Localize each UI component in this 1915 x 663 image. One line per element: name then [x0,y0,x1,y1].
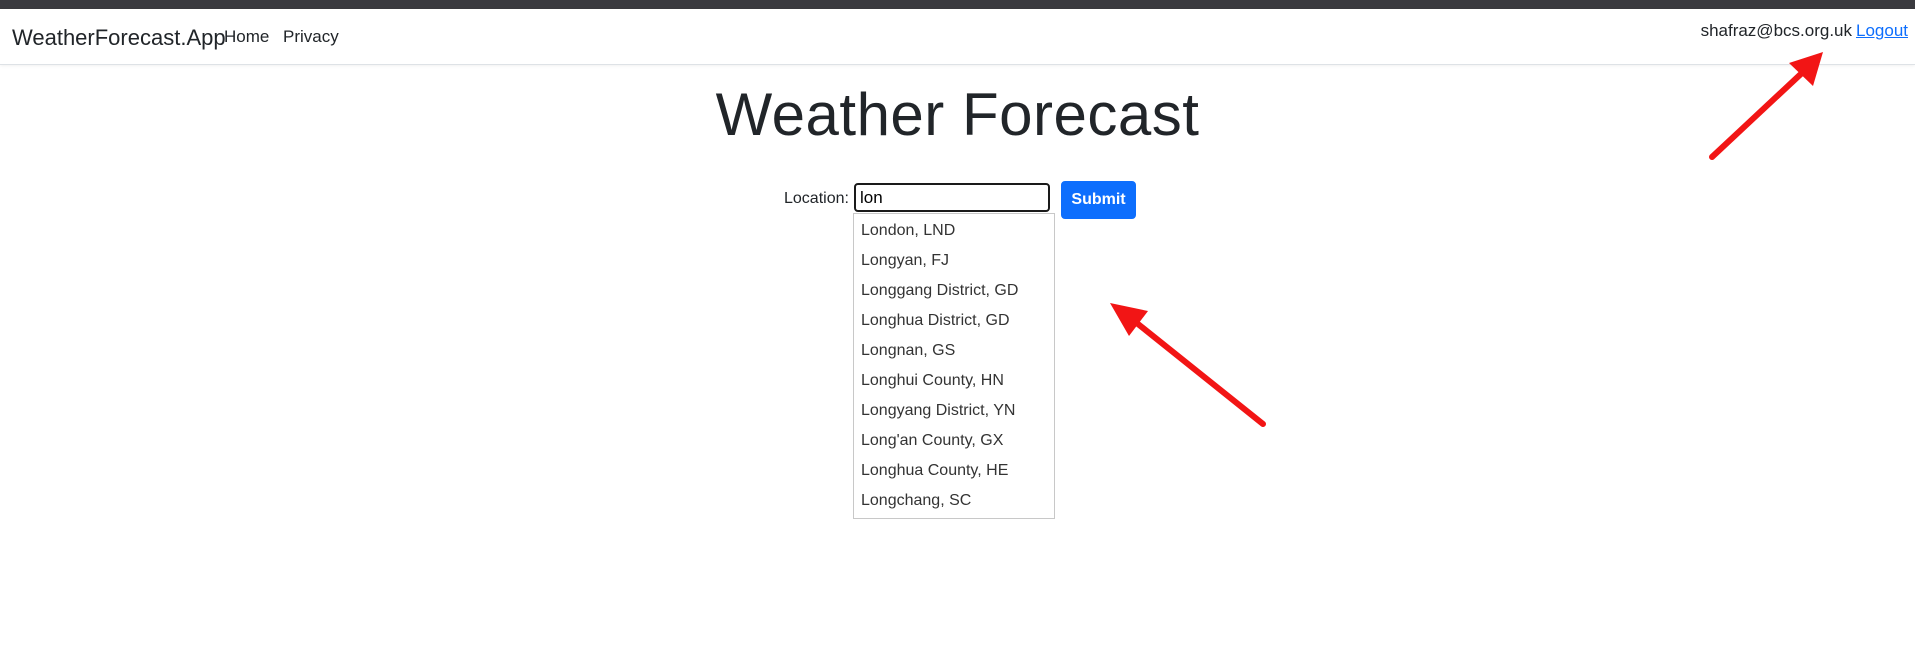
autocomplete-item[interactable]: Long'an County, GX [854,426,1054,456]
user-area: shafraz@bcs.org.uk Logout [1701,21,1908,41]
location-input[interactable] [854,183,1050,212]
autocomplete-item[interactable]: Longchang, SC [854,486,1054,516]
location-label: Location: [784,190,849,207]
autocomplete-item[interactable]: Longhui County, HN [854,366,1054,396]
submit-button[interactable]: Submit [1061,181,1136,219]
autocomplete-item[interactable]: Longhua County, HE [854,456,1054,486]
logout-link[interactable]: Logout [1856,21,1908,40]
autocomplete-item[interactable]: Longyang District, YN [854,396,1054,426]
annotation-arrow-dropdown [1110,303,1266,427]
autocomplete-item[interactable]: Longgang District, GD [854,276,1054,306]
nav-link-privacy[interactable]: Privacy [283,27,339,47]
navbar: WeatherForecast.App Home Privacy shafraz… [0,9,1915,65]
brand-link[interactable]: WeatherForecast.App [12,25,226,51]
autocomplete-item[interactable]: Longnan, GS [854,336,1054,366]
autocomplete-item[interactable]: Longhua District, GD [854,306,1054,336]
autocomplete-item[interactable]: Longyan, FJ [854,246,1054,276]
autocomplete-list: London, LND Longyan, FJ Longgang Distric… [853,213,1055,519]
user-email: shafraz@bcs.org.uk [1700,21,1852,40]
browser-top-strip [0,0,1915,9]
autocomplete-item[interactable]: London, LND [854,216,1054,246]
page-title: Weather Forecast [715,81,1200,148]
nav-link-home[interactable]: Home [224,27,269,47]
